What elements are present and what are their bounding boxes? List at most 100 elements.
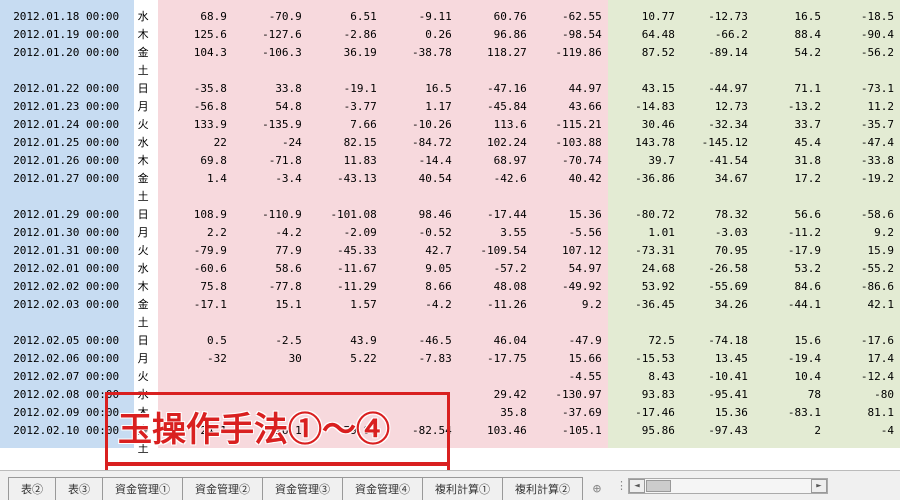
horizontal-scrollbar[interactable]: ◄ ►	[628, 478, 828, 494]
value-cell[interactable]	[458, 440, 533, 448]
value-cell[interactable]: -10.41	[681, 368, 754, 386]
value-cell[interactable]: -109.54	[458, 242, 533, 260]
value-cell[interactable]: -9.11	[383, 8, 458, 26]
value-cell[interactable]: -5.56	[533, 224, 608, 242]
value-cell[interactable]: -15.53	[608, 350, 681, 368]
date-cell[interactable]: 2012.02.10 00:00	[0, 422, 134, 440]
value-cell[interactable]: -10.26	[383, 116, 458, 134]
value-cell[interactable]: 46.04	[458, 332, 533, 350]
day-of-week-cell[interactable]: 土	[134, 62, 157, 80]
day-of-week-cell[interactable]: 土	[134, 440, 157, 448]
value-cell[interactable]: -19.2	[827, 170, 900, 188]
value-cell[interactable]	[827, 188, 900, 206]
date-cell[interactable]: 2012.02.09 00:00	[0, 404, 134, 422]
value-cell[interactable]	[308, 188, 383, 206]
value-cell[interactable]	[233, 188, 308, 206]
value-cell[interactable]: -4.2	[383, 296, 458, 314]
value-cell[interactable]	[827, 314, 900, 332]
day-of-week-cell[interactable]: 土	[134, 188, 157, 206]
value-cell[interactable]	[608, 62, 681, 80]
value-cell[interactable]	[158, 188, 233, 206]
value-cell[interactable]	[458, 314, 533, 332]
value-cell[interactable]	[608, 440, 681, 448]
value-cell[interactable]: 98.46	[383, 206, 458, 224]
value-cell[interactable]: -42.6	[458, 170, 533, 188]
value-cell[interactable]: 96.86	[458, 26, 533, 44]
value-cell[interactable]: -3.03	[681, 224, 754, 242]
date-cell[interactable]: 2012.02.08 00:00	[0, 386, 134, 404]
value-cell[interactable]	[233, 386, 308, 404]
value-cell[interactable]: 34.26	[681, 296, 754, 314]
value-cell[interactable]: 8.66	[383, 278, 458, 296]
value-cell[interactable]: 0.26	[383, 26, 458, 44]
date-cell[interactable]: 2012.01.31 00:00	[0, 242, 134, 260]
value-cell[interactable]: -57.2	[458, 260, 533, 278]
value-cell[interactable]: -19.1	[308, 80, 383, 98]
value-cell[interactable]: 42.1	[827, 296, 900, 314]
value-cell[interactable]: -83.1	[754, 404, 827, 422]
value-cell[interactable]: -3.4	[233, 170, 308, 188]
tab-fukuri-2[interactable]: 複利計算②	[502, 477, 583, 500]
value-cell[interactable]: 2	[754, 422, 827, 440]
value-cell[interactable]: -11.67	[308, 260, 383, 278]
value-cell[interactable]: 16.5	[754, 8, 827, 26]
value-cell[interactable]: -35.7	[827, 116, 900, 134]
value-cell[interactable]: 9.2	[827, 224, 900, 242]
value-cell[interactable]	[383, 62, 458, 80]
value-cell[interactable]: -77.8	[233, 278, 308, 296]
value-cell[interactable]: 24.1	[158, 422, 233, 440]
value-cell[interactable]: -26.1	[233, 422, 308, 440]
value-cell[interactable]	[681, 0, 754, 8]
value-cell[interactable]: -2.09	[308, 224, 383, 242]
value-cell[interactable]	[533, 188, 608, 206]
day-of-week-cell[interactable]: 月	[134, 350, 157, 368]
value-cell[interactable]: 81.1	[827, 404, 900, 422]
value-cell[interactable]: -55.2	[827, 260, 900, 278]
value-cell[interactable]: 35.8	[458, 404, 533, 422]
value-cell[interactable]: -80.72	[608, 206, 681, 224]
value-cell[interactable]: 15.6	[754, 332, 827, 350]
day-of-week-cell[interactable]: 水	[134, 386, 157, 404]
tab-fukuri-1[interactable]: 複利計算①	[422, 477, 503, 500]
value-cell[interactable]	[827, 0, 900, 8]
day-of-week-cell[interactable]: 木	[134, 404, 157, 422]
value-cell[interactable]	[158, 0, 233, 8]
value-cell[interactable]: 34.67	[681, 170, 754, 188]
date-cell[interactable]	[0, 314, 134, 332]
value-cell[interactable]: -58.6	[827, 206, 900, 224]
value-cell[interactable]: 44.97	[533, 80, 608, 98]
value-cell[interactable]: 58.6	[233, 260, 308, 278]
date-cell[interactable]: 2012.01.24 00:00	[0, 116, 134, 134]
value-cell[interactable]: -19.4	[754, 350, 827, 368]
value-cell[interactable]: -101.08	[308, 206, 383, 224]
day-of-week-cell[interactable]: 火	[134, 368, 157, 386]
value-cell[interactable]: 1.57	[308, 296, 383, 314]
value-cell[interactable]: -17.75	[458, 350, 533, 368]
value-cell[interactable]	[754, 62, 827, 80]
value-cell[interactable]: -17.1	[158, 296, 233, 314]
date-cell[interactable]: 2012.01.20 00:00	[0, 44, 134, 62]
day-of-week-cell[interactable]: 月	[134, 224, 157, 242]
value-cell[interactable]: 5.22	[308, 350, 383, 368]
value-cell[interactable]: -47.4	[827, 134, 900, 152]
value-cell[interactable]: 54.97	[533, 260, 608, 278]
value-cell[interactable]: 69.8	[158, 152, 233, 170]
value-cell[interactable]: 30.46	[608, 116, 681, 134]
value-cell[interactable]: -4.55	[533, 368, 608, 386]
value-cell[interactable]	[158, 404, 233, 422]
value-cell[interactable]: -49.92	[533, 278, 608, 296]
value-cell[interactable]: -105.1	[533, 422, 608, 440]
value-cell[interactable]	[754, 440, 827, 448]
tab-shikin-1[interactable]: 資金管理①	[102, 477, 183, 500]
value-cell[interactable]	[308, 368, 383, 386]
value-cell[interactable]: -127.6	[233, 26, 308, 44]
value-cell[interactable]: -17.44	[458, 206, 533, 224]
value-cell[interactable]: -17.46	[608, 404, 681, 422]
value-cell[interactable]: 1.17	[383, 98, 458, 116]
value-cell[interactable]	[533, 314, 608, 332]
day-of-week-cell[interactable]: 日	[134, 206, 157, 224]
date-cell[interactable]	[0, 62, 134, 80]
value-cell[interactable]	[233, 314, 308, 332]
value-cell[interactable]: -56.2	[827, 44, 900, 62]
value-cell[interactable]: 53.92	[608, 278, 681, 296]
